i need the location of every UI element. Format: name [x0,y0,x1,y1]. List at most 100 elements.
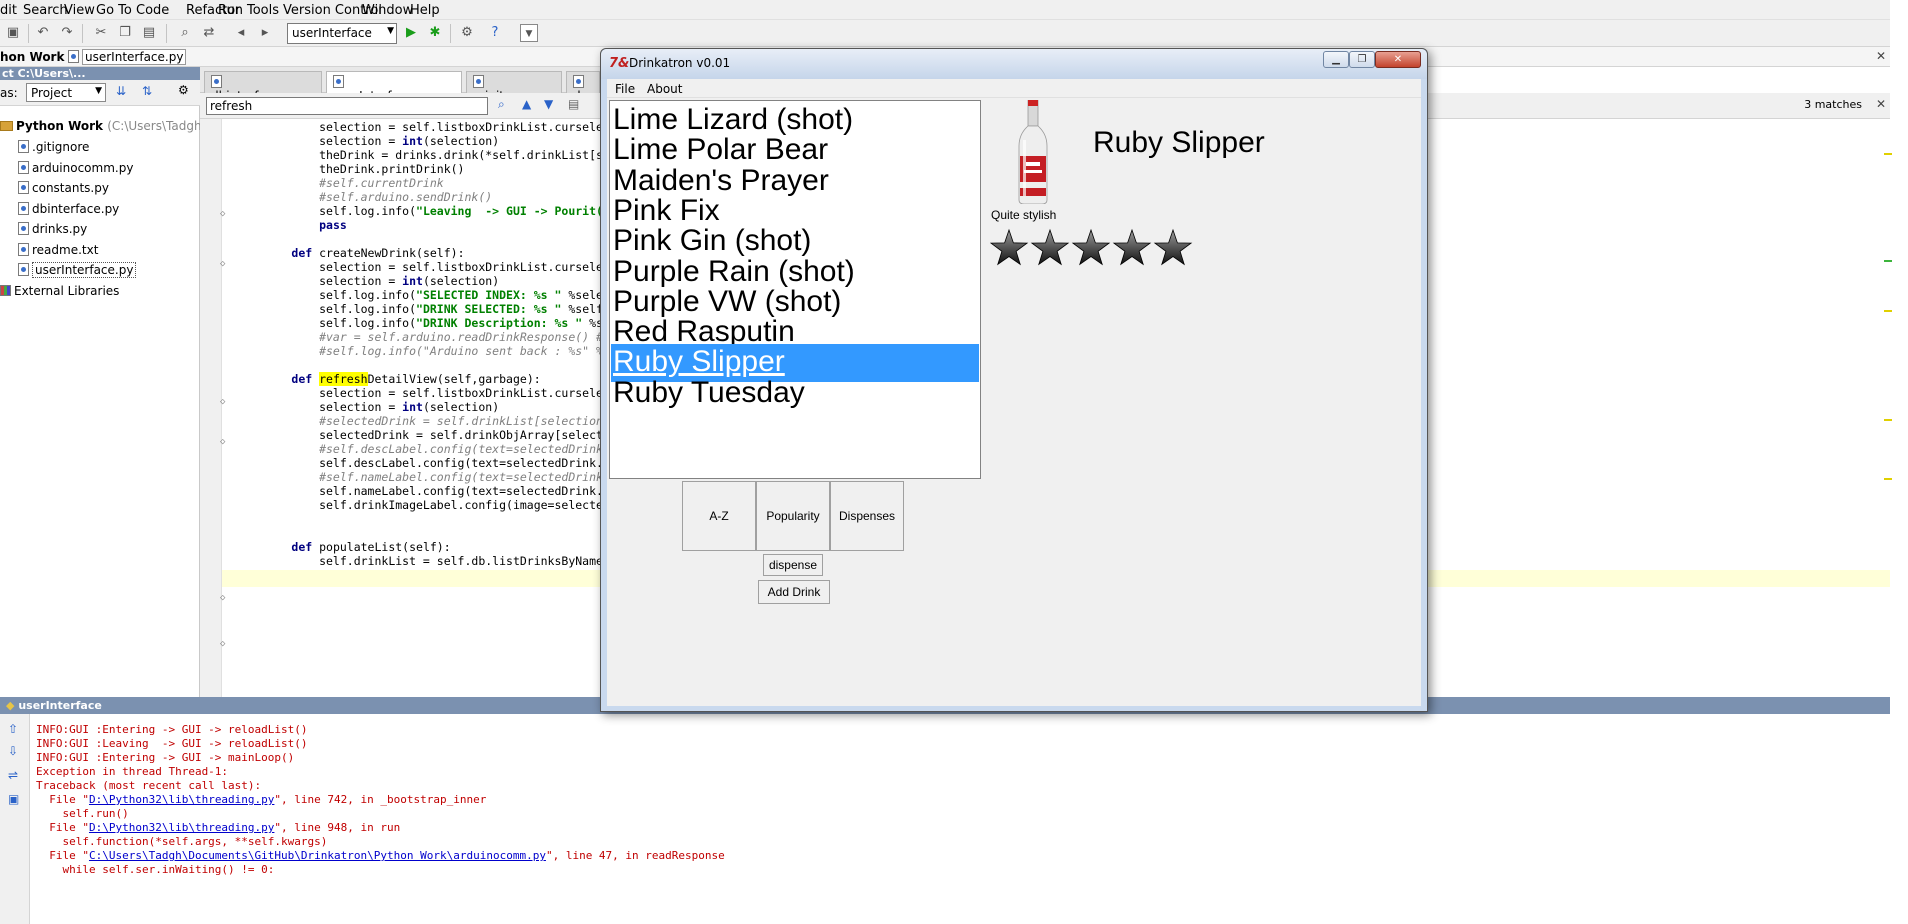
tab-dbinterface[interactable]: dbinterface.py✕ [204,71,322,103]
code-token: self.log.info( [236,302,417,316]
fold-icon[interactable]: ◇ [220,593,225,603]
code-line: pass [236,217,347,234]
previous-match-icon[interactable]: ▲ [522,97,531,111]
close-icon[interactable]: ✕ [1876,97,1886,111]
tree-file-gitignore[interactable]: .gitignore [18,140,89,154]
tree-file-constants[interactable]: constants.py [18,181,109,195]
menu-file[interactable]: File [615,82,635,96]
help-icon[interactable]: ? [486,24,504,42]
console-toolbar: ⇧ ⇩ ⇌ ▣ [0,714,30,924]
run-configuration-select[interactable]: userInterface ▼ [287,23,397,44]
menu-search[interactable]: Search [23,3,68,18]
sort-az-button[interactable]: A-Z [682,481,756,551]
back-icon[interactable]: ◂ [232,24,250,42]
stripe-marker[interactable] [1884,478,1892,480]
close-icon[interactable]: ✕ [1876,49,1886,63]
scroll-down-icon[interactable]: ⇩ [8,744,18,758]
project-view-select[interactable]: Project ▼ [26,83,106,102]
code-token: #var = self.arduino.readDrinkResponse() … [236,330,624,344]
tree-external-libraries[interactable]: External Libraries [0,284,119,298]
tree-file-label: dbinterface.py [32,202,120,216]
stripe-marker[interactable] [1884,260,1892,262]
console-text: ", line 742, in _bootstrap_inner [274,793,487,806]
menu-about[interactable]: About [647,82,682,96]
find-icon[interactable]: ⌕ [176,24,194,42]
add-drink-button[interactable]: Add Drink [758,580,830,604]
run-icon[interactable]: ▶ [402,24,420,42]
drink-listbox[interactable]: Lime Lizard (shot) Lime Polar Bear Maiden'… [609,100,981,479]
tree-file-drinks[interactable]: drinks.py [18,222,87,236]
tree-root[interactable]: Python Work (C:\Users\Tadgh\Do [0,119,222,133]
paste-icon[interactable]: ▤ [140,24,158,42]
menu-run[interactable]: Run [218,3,243,18]
stripe-marker[interactable] [1884,419,1892,421]
fold-icon[interactable]: ◇ [220,259,225,269]
fold-icon[interactable]: ◇ [220,209,225,219]
tree-file-label: readme.txt [32,243,99,257]
menu-window[interactable]: Window [362,3,413,18]
forward-icon[interactable]: ▸ [256,24,274,42]
tree-file-dbinterface[interactable]: dbinterface.py [18,202,119,216]
breadcrumb-project[interactable]: hon Work [0,50,64,64]
search-icon[interactable]: ⌕ [498,97,505,112]
sort-popularity-button[interactable]: Popularity [756,481,830,551]
scroll-from-source-icon[interactable]: ⇅ [142,84,152,98]
ide-toolbar: ▣ ↶ ↷ ✂ ❐ ▤ ⌕ ⇄ ◂ ▸ userInterface ▼ ▶ ✱ … [0,20,1890,47]
python-file-icon [473,75,484,88]
python-file-icon [333,75,344,88]
stripe-marker[interactable] [1884,310,1892,312]
menu-go-to[interactable]: Go To [96,3,132,18]
code-line: self.drinkImageLabel.config(image=select… [236,497,624,514]
menu-code[interactable]: Code [136,3,169,18]
tab-truncated[interactable]: d [566,71,600,103]
fold-icon[interactable]: ◇ [220,397,225,407]
copy-icon[interactable]: ❐ [116,24,134,42]
menu-tools[interactable]: Tools [247,3,279,18]
undo-icon[interactable]: ↶ [34,24,52,42]
replace-icon[interactable]: ⇄ [200,24,218,42]
soft-wrap-icon[interactable]: ⇌ [8,768,18,782]
next-match-icon[interactable]: ▼ [544,97,553,111]
tab-init[interactable]: __init__.py✕ [466,71,562,103]
sort-dispenses-button[interactable]: Dispenses [830,481,904,551]
code-token: (selection) [422,134,500,148]
console-line: while self.ser.inWaiting() != 0: [36,861,274,878]
collapse-all-icon[interactable]: ⇊ [116,84,126,98]
gear-icon[interactable]: ⚙ [178,83,189,97]
scroll-up-icon[interactable]: ⇧ [8,722,18,736]
search-input[interactable]: refresh [206,97,488,115]
fold-icon[interactable]: ◇ [220,639,225,649]
find-options-icon[interactable]: ▤ [568,97,579,111]
debug-icon[interactable]: ✱ [426,24,444,42]
cut-icon[interactable]: ✂ [92,24,110,42]
python-file-icon [211,75,222,88]
tree-file-readme[interactable]: readme.txt [18,243,98,257]
tree-file-userinterface[interactable]: userInterface.py [18,262,137,278]
window-titlebar[interactable]: 7& Drinkatron v0.01 ▁ ❐ ✕ [601,49,1427,79]
breadcrumb-file[interactable]: userInterface.py [68,49,187,65]
close-button[interactable]: ✕ [1375,51,1421,68]
settings-icon[interactable]: ⚙ [458,24,476,42]
redo-icon[interactable]: ↷ [58,24,76,42]
menu-help[interactable]: Help [410,3,440,18]
open-folder-icon[interactable]: ▣ [4,24,22,42]
code-token: int [402,134,423,148]
maximize-button[interactable]: ❐ [1349,51,1375,68]
stripe-marker[interactable] [1884,153,1892,155]
code-token: "DRINK SELECTED: %s " [416,302,562,316]
menu-view[interactable]: View [64,3,95,18]
tab-userinterface[interactable]: userInterface.py✕ [326,71,462,103]
tree-file-label: drinks.py [32,222,88,236]
code-token: theDrink = drinks.drink(*self.drinkList[… [236,148,624,162]
minimize-button[interactable]: ▁ [1323,51,1349,68]
menu-dit[interactable]: dit [0,3,17,18]
tree-file-arduinocomm[interactable]: arduinocomm.py [18,161,133,175]
fold-icon[interactable]: ◇ [220,437,225,447]
toolbar-separator [450,24,451,43]
breadcrumb-file-label: userInterface.py [82,49,187,65]
drink-list-item[interactable]: Ruby Tuesday [611,375,979,413]
code-token: "DRINK Description: %s " [416,316,583,330]
toolbar-dropdown-icon[interactable]: ▼ [520,24,538,42]
dispense-button[interactable]: dispense [763,554,823,576]
print-icon[interactable]: ▣ [8,792,19,806]
